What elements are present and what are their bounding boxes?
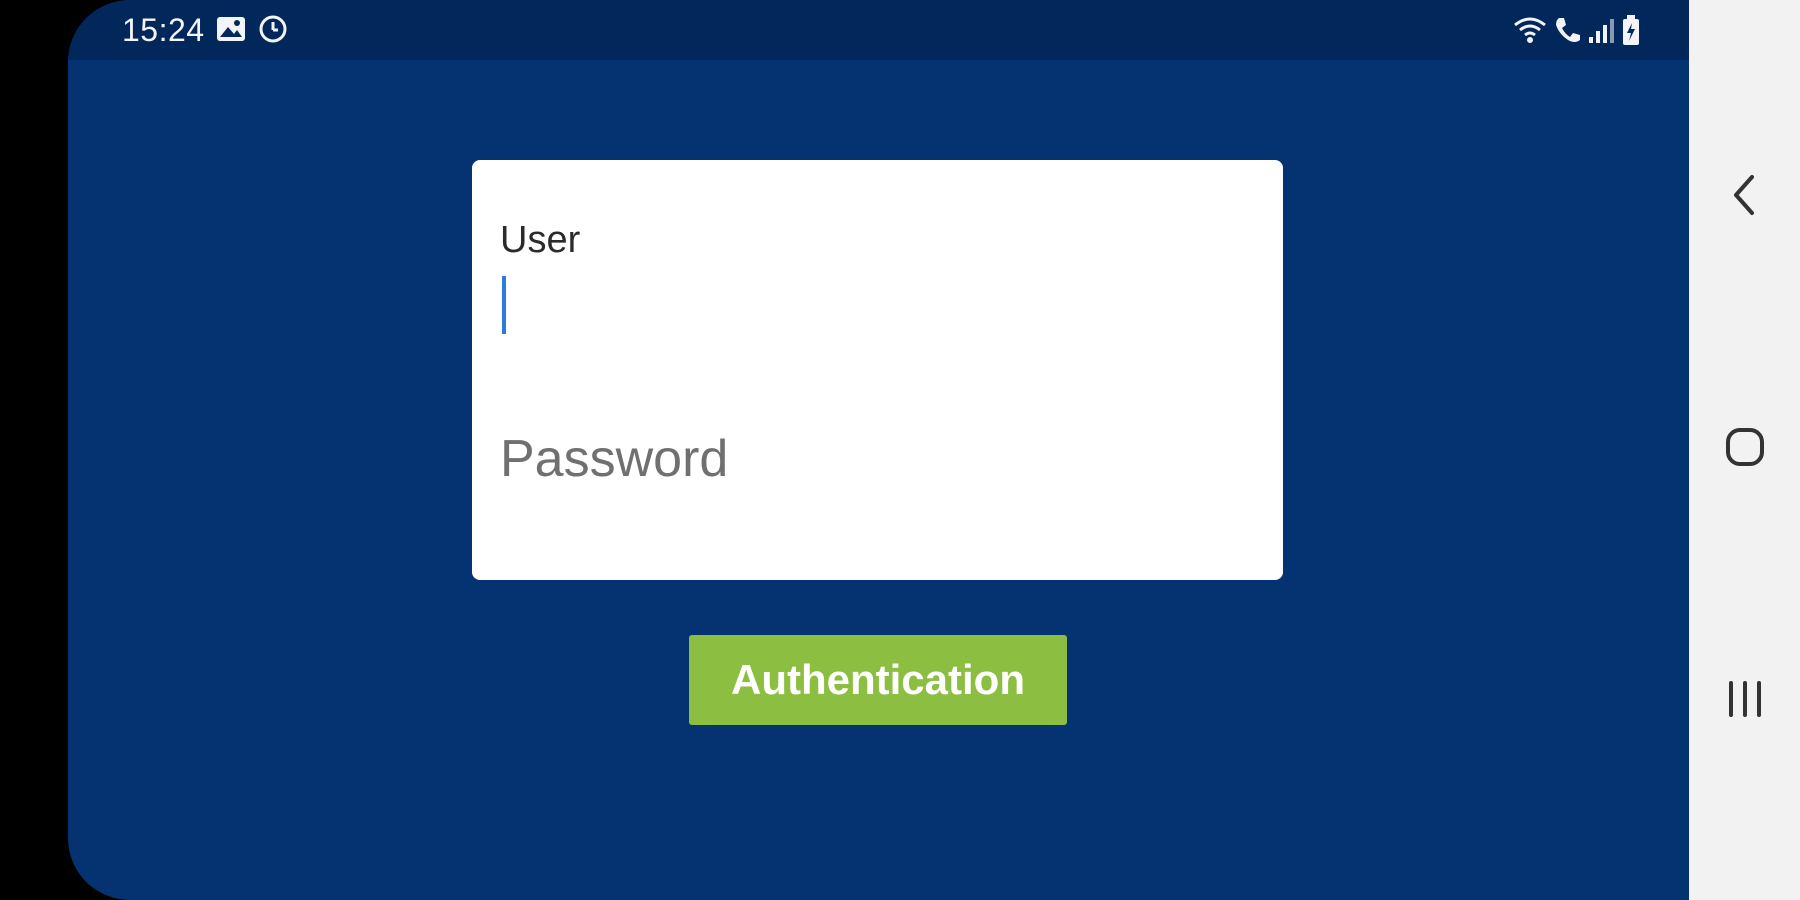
text-cursor (502, 276, 506, 334)
user-input[interactable] (500, 270, 1240, 336)
home-button[interactable] (1689, 394, 1800, 504)
password-input[interactable] (500, 424, 1240, 494)
device-frame: 15:24 User Authentication (0, 0, 1800, 900)
status-bar: 15:24 (68, 0, 1689, 60)
login-card: User (472, 160, 1283, 580)
back-button[interactable] (1689, 142, 1800, 252)
navigation-bar (1689, 0, 1800, 900)
home-icon (1723, 425, 1767, 474)
recents-button[interactable] (1689, 646, 1800, 756)
app-screen: 15:24 User Authentication (68, 0, 1689, 900)
back-icon (1730, 173, 1760, 222)
alarm-icon (258, 14, 288, 44)
recents-icon (1725, 677, 1765, 726)
user-label: User (500, 219, 581, 261)
status-right-icons (1513, 14, 1641, 46)
image-icon (216, 16, 246, 42)
wifi-call-icon (1553, 15, 1581, 45)
signal-icon (1587, 15, 1615, 45)
status-time: 15:24 (122, 12, 205, 48)
battery-icon (1621, 14, 1641, 46)
wifi-icon (1513, 15, 1547, 45)
authentication-button[interactable]: Authentication (689, 635, 1067, 725)
status-left-icons (216, 14, 288, 44)
